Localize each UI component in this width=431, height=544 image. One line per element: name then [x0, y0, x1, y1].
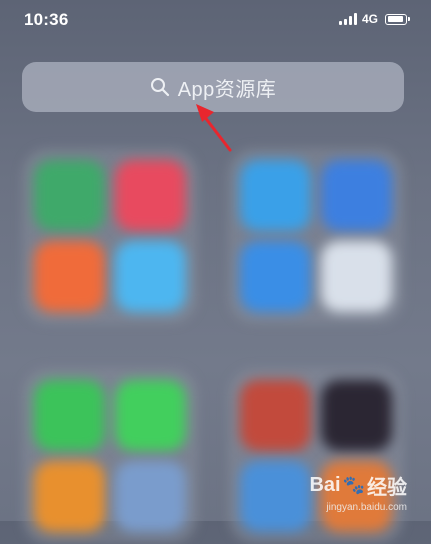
app-icon[interactable]: [115, 380, 186, 451]
battery-icon: [385, 13, 410, 25]
search-icon: [150, 77, 170, 97]
app-icon[interactable]: [115, 160, 186, 231]
app-icon[interactable]: [34, 380, 105, 451]
watermark-url: jingyan.baidu.com: [326, 502, 407, 513]
status-indicators: 4G: [338, 12, 410, 26]
status-time: 10:36: [24, 10, 69, 29]
app-icon[interactable]: [321, 380, 392, 451]
app-icon[interactable]: [240, 380, 311, 451]
app-icon[interactable]: [34, 160, 105, 231]
status-bar: 10:36 4G: [0, 0, 431, 40]
app-icon[interactable]: [115, 241, 186, 312]
app-icon[interactable]: [321, 160, 392, 231]
baidu-paw-icon: 🐾: [342, 475, 365, 495]
cellular-signal-icon: [338, 13, 357, 25]
app-icon[interactable]: [34, 461, 105, 532]
app-icon[interactable]: [240, 160, 311, 231]
app-icon[interactable]: [240, 461, 311, 532]
red-arrow-icon: [196, 104, 232, 152]
app-icon[interactable]: [240, 241, 311, 312]
app-icon[interactable]: [115, 461, 186, 532]
baidu-jingyan-watermark: Bai 🐾 经验 jingyan.baidu.com: [309, 471, 407, 513]
network-type: 4G: [361, 12, 378, 26]
watermark-brand: Bai: [309, 474, 341, 496]
app-icon[interactable]: [34, 241, 105, 312]
search-label: App资源库: [177, 78, 277, 101]
app-icon[interactable]: [321, 241, 392, 312]
watermark-brand-suffix: 经验: [367, 477, 407, 499]
